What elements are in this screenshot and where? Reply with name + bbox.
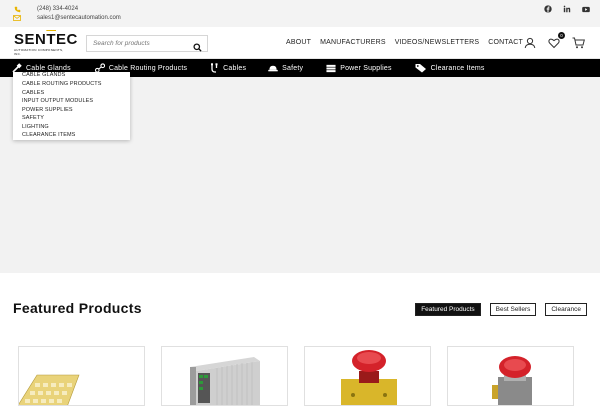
- phone-number[interactable]: (248) 334-4024: [37, 6, 78, 12]
- product-card[interactable]: [304, 346, 431, 406]
- product-card[interactable]: [161, 346, 288, 406]
- youtube-icon[interactable]: [582, 5, 590, 13]
- nav-contact[interactable]: CONTACT: [488, 39, 523, 46]
- nav-manufacturers[interactable]: MANUFACTURERS: [320, 39, 386, 46]
- category-label: Safety: [282, 64, 304, 72]
- category-power-supplies[interactable]: Power Supplies: [326, 59, 391, 77]
- search-icon[interactable]: [193, 39, 203, 52]
- product-card[interactable]: [447, 346, 574, 406]
- nav-about[interactable]: ABOUT: [286, 39, 311, 46]
- featured-tabs: Featured Products Best Sellers Clearance: [415, 303, 587, 316]
- email-address[interactable]: sales1@sentecautomation.com: [37, 15, 121, 21]
- account-icon[interactable]: [524, 36, 536, 49]
- dropdown-item-safety[interactable]: SAFETY: [22, 115, 44, 121]
- site-header: SENTEC AUTOMATION COMPONENTS, INC. ABOUT…: [0, 27, 600, 59]
- linkedin-icon[interactable]: [563, 5, 571, 13]
- tab-best-sellers[interactable]: Best Sellers: [489, 303, 537, 316]
- product-card[interactable]: [18, 346, 145, 406]
- search-input[interactable]: [87, 40, 187, 47]
- facebook-icon[interactable]: [544, 5, 552, 13]
- wishlist-count-badge: 0: [558, 32, 565, 39]
- header-icons: 0: [524, 32, 585, 49]
- wishlist-icon[interactable]: 0: [548, 32, 565, 49]
- cables-icon: [209, 63, 219, 73]
- category-dropdown-menu: CABLE GLANDS CABLE ROUTING PRODUCTS CABL…: [13, 72, 130, 140]
- search-box: [86, 35, 208, 52]
- social-links: [544, 5, 590, 13]
- category-safety[interactable]: Safety: [268, 59, 303, 77]
- featured-title: Featured Products: [13, 300, 142, 316]
- phone-icon: [12, 5, 22, 13]
- category-label: Cable Routing Products: [108, 64, 188, 72]
- dropdown-item-io-modules[interactable]: INPUT OUTPUT MODULES: [22, 98, 93, 104]
- cart-icon[interactable]: [572, 36, 585, 49]
- logo-wordmark: SENTEC: [14, 31, 78, 48]
- product-image: [19, 374, 80, 405]
- tag-icon: [415, 63, 427, 73]
- email-icon: [12, 14, 22, 22]
- product-image: [341, 350, 397, 405]
- logo-tagline: AUTOMATION COMPONENTS, INC.: [14, 48, 64, 56]
- power-supply-icon: [326, 63, 336, 73]
- category-label: Power Supplies: [340, 64, 392, 72]
- tab-clearance[interactable]: Clearance: [545, 303, 587, 316]
- dropdown-item-clearance[interactable]: CLEARANCE ITEMS: [22, 132, 75, 138]
- top-contact-bar: (248) 334-4024 sales1@sentecautomation.c…: [0, 0, 600, 27]
- site-logo[interactable]: SENTEC AUTOMATION COMPONENTS, INC.: [14, 31, 78, 56]
- dropdown-item-cable-routing[interactable]: CABLE ROUTING PRODUCTS: [22, 81, 102, 87]
- category-clearance-items[interactable]: Clearance Items: [415, 59, 485, 77]
- category-label: Cable Glands: [26, 64, 71, 72]
- main-navigation: ABOUT MANUFACTURERS VIDEOS/NEWSLETTERS C…: [286, 39, 523, 46]
- dropdown-item-power-supplies[interactable]: POWER SUPPLIES: [22, 107, 73, 113]
- category-cables[interactable]: Cables: [209, 59, 246, 77]
- tab-featured-products[interactable]: Featured Products: [415, 303, 481, 316]
- product-image: [492, 356, 532, 405]
- dropdown-item-lighting[interactable]: LIGHTING: [22, 124, 49, 130]
- category-label: Clearance Items: [430, 64, 485, 72]
- product-image: [190, 357, 260, 405]
- dropdown-item-cables[interactable]: CABLES: [22, 90, 44, 96]
- dropdown-item-cable-glands[interactable]: CABLE GLANDS: [22, 72, 65, 78]
- safety-icon: [268, 63, 278, 73]
- nav-videos-newsletters[interactable]: VIDEOS/NEWSLETTERS: [395, 39, 480, 46]
- category-label: Cables: [223, 64, 247, 72]
